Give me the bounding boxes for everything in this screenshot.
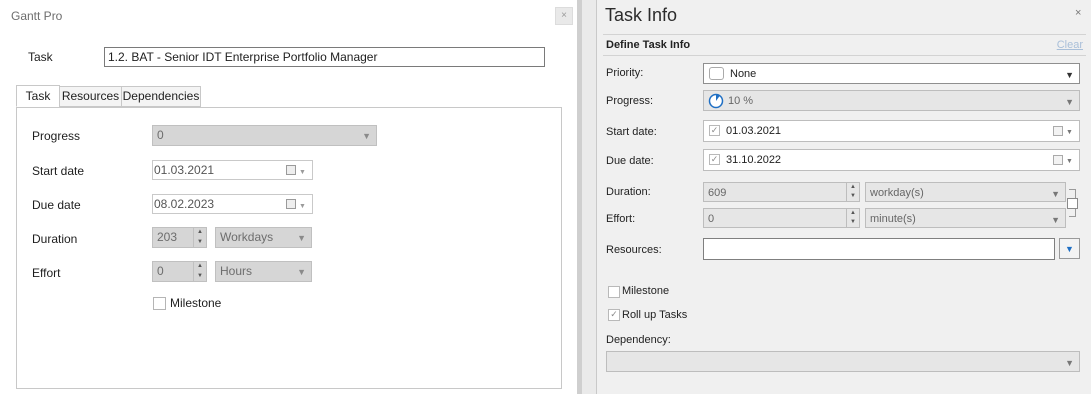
effort-value: 0	[157, 264, 164, 278]
panel-splitter[interactable]	[578, 0, 596, 394]
close-icon[interactable]: ×	[555, 7, 573, 25]
priority-swatch-icon	[709, 67, 724, 80]
clear-link[interactable]: Clear	[1057, 39, 1083, 51]
start-date-picker[interactable]: ✓ 01.03.2021 ▼	[703, 120, 1080, 142]
progress-select[interactable]: 10 % ▼	[703, 90, 1080, 111]
calendar-icon[interactable]	[286, 199, 296, 209]
dialog-title: Gantt Pro	[11, 9, 63, 23]
task-info-panel: Task Info × Define Task Info Clear Prior…	[596, 0, 1091, 394]
duration-unit-select[interactable]: workday(s) ▼	[865, 182, 1066, 202]
progress-value: 10 %	[728, 95, 754, 107]
effort-spinner[interactable]: 0 ▲ ▼	[703, 208, 860, 228]
effort-unit-value: minute(s)	[870, 213, 916, 225]
tab-resources[interactable]: Resources	[59, 86, 122, 107]
link-units-checkbox[interactable]	[1067, 198, 1078, 209]
due-date-value: 08.02.2023	[154, 197, 215, 211]
calendar-icon[interactable]	[1053, 126, 1063, 136]
task-tab-panel: Progress 0 ▼ Start date 01.03.2021 ▼ Due…	[16, 107, 562, 389]
duration-value: 203	[157, 230, 178, 244]
resources-dropdown-button[interactable]: ▼	[1059, 238, 1080, 259]
chevron-down-icon[interactable]: ▼	[1066, 155, 1073, 169]
priority-label: Priority:	[606, 67, 644, 79]
task-name-input[interactable]: 1.2. BAT - Senior IDT Enterprise Portfol…	[104, 47, 545, 67]
section-title: Define Task Info	[606, 39, 691, 51]
progress-pie-icon	[708, 93, 724, 109]
duration-spinner[interactable]: 203 ▲ ▼	[152, 227, 207, 248]
roll-up-tasks-label: Roll up Tasks	[622, 309, 688, 321]
spinner-arrows-icon[interactable]: ▲ ▼	[846, 183, 859, 201]
duration-spinner[interactable]: 609 ▲ ▼	[703, 182, 860, 202]
due-date-picker[interactable]: ✓ 31.10.2022 ▼	[703, 149, 1080, 171]
resources-input[interactable]	[703, 238, 1055, 260]
due-date-label: Due date	[32, 198, 81, 212]
start-date-label: Start date:	[606, 126, 657, 138]
priority-select[interactable]: None ▼	[703, 63, 1080, 84]
section-header: Define Task Info Clear	[603, 34, 1086, 56]
effort-label: Effort	[32, 266, 61, 280]
progress-value: 0	[157, 128, 164, 142]
progress-select[interactable]: 0 ▼	[152, 125, 377, 146]
due-date-value: 31.10.2022	[726, 154, 782, 166]
chevron-down-icon: ▼	[297, 233, 306, 243]
tab-dependencies[interactable]: Dependencies	[121, 86, 201, 107]
effort-value: 0	[708, 213, 715, 225]
due-date-label: Due date:	[606, 155, 654, 167]
effort-unit-select[interactable]: minute(s) ▼	[865, 208, 1066, 228]
milestone-label: Milestone	[622, 285, 670, 297]
duration-unit-value: workday(s)	[870, 187, 924, 199]
chevron-down-icon: ▼	[1051, 215, 1060, 225]
due-date-checkbox[interactable]: ✓	[709, 154, 720, 165]
start-date-picker[interactable]: 01.03.2021 ▼	[152, 160, 313, 180]
chevron-down-icon[interactable]: ▼	[1066, 126, 1073, 140]
priority-value: None	[730, 68, 757, 80]
spinner-arrows-icon[interactable]: ▲ ▼	[846, 209, 859, 227]
spinner-arrows-icon[interactable]: ▲ ▼	[193, 228, 206, 247]
chevron-down-icon: ▼	[362, 131, 371, 141]
chevron-down-icon: ▼	[1065, 358, 1074, 368]
roll-up-tasks-checkbox[interactable]: ✓	[608, 309, 620, 321]
spinner-arrows-icon[interactable]: ▲ ▼	[193, 262, 206, 281]
milestone-checkbox[interactable]	[153, 297, 166, 310]
milestone-checkbox[interactable]	[608, 286, 620, 298]
progress-label: Progress:	[606, 95, 654, 107]
start-date-value: 01.03.2021	[154, 163, 215, 177]
chevron-down-icon[interactable]: ▼	[299, 166, 306, 180]
chevron-down-icon: ▼	[297, 267, 306, 277]
chevron-down-icon[interactable]: ▼	[299, 200, 306, 214]
duration-label: Duration:	[606, 186, 651, 198]
task-label: Task	[28, 50, 53, 64]
dialog-titlebar: Gantt Pro ×	[0, 0, 578, 32]
panel-title: Task Info	[605, 5, 678, 25]
tab-task[interactable]: Task	[16, 85, 60, 107]
duration-label: Duration	[32, 232, 78, 246]
progress-label: Progress	[32, 129, 81, 143]
chevron-down-icon: ▼	[1051, 189, 1060, 199]
chevron-down-icon: ▼	[1065, 97, 1074, 107]
start-date-label: Start date	[32, 164, 85, 178]
resources-label: Resources:	[606, 244, 662, 256]
effort-spinner[interactable]: 0 ▲ ▼	[152, 261, 207, 282]
effort-label: Effort:	[606, 213, 636, 225]
calendar-icon[interactable]	[1053, 155, 1063, 165]
gantt-pro-dialog: Gantt Pro × Task 1.2. BAT - Senior IDT E…	[0, 0, 578, 394]
close-icon[interactable]: ×	[1075, 7, 1081, 19]
milestone-label: Milestone	[170, 296, 222, 310]
calendar-icon[interactable]	[286, 165, 296, 175]
start-date-value: 01.03.2021	[726, 125, 782, 137]
start-date-checkbox[interactable]: ✓	[709, 125, 720, 136]
splitter-bar	[578, 0, 582, 394]
chevron-down-icon: ▼	[1065, 244, 1074, 254]
chevron-down-icon: ▼	[1065, 70, 1074, 80]
duration-unit-value: Workdays	[220, 230, 274, 244]
effort-unit-select[interactable]: Hours ▼	[215, 261, 312, 282]
duration-value: 609	[708, 187, 727, 199]
duration-unit-select[interactable]: Workdays ▼	[215, 227, 312, 248]
dependency-label: Dependency:	[606, 334, 671, 346]
effort-unit-value: Hours	[220, 264, 253, 278]
due-date-picker[interactable]: 08.02.2023 ▼	[152, 194, 313, 214]
dependency-select[interactable]: ▼	[606, 351, 1080, 372]
